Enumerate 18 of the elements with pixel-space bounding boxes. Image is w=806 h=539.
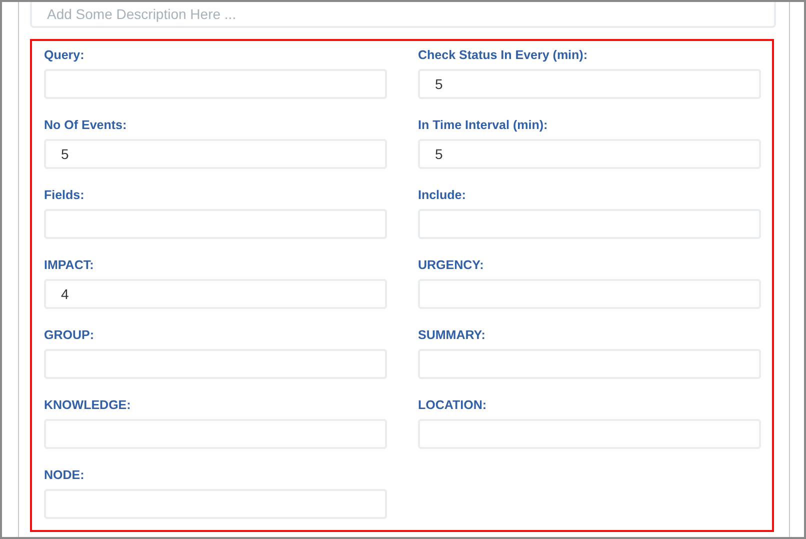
input-field[interactable]: 4 (44, 279, 387, 309)
field-label: Fields: (44, 187, 84, 204)
description-field[interactable]: Add Some Description Here ... (30, 2, 776, 28)
field-label: LOCATION: (418, 397, 487, 414)
field-label: GROUP: (44, 327, 94, 344)
field-label: URGENCY: (418, 257, 484, 274)
field-label: NODE: (44, 467, 84, 484)
field-label: Check Status In Every (min): (418, 47, 588, 64)
field-label: SUMMARY: (418, 327, 486, 344)
field-label: IMPACT: (44, 257, 94, 274)
field-label: In Time Interval (min): (418, 117, 548, 134)
field-label: Query: (44, 47, 84, 64)
field-label: KNOWLEDGE: (44, 397, 131, 414)
field-label: No Of Events: (44, 117, 127, 134)
input-field[interactable]: 5 (418, 69, 761, 99)
field-label: Include: (418, 187, 466, 204)
input-field[interactable]: 5 (44, 139, 387, 169)
input-field[interactable]: 5 (418, 139, 761, 169)
